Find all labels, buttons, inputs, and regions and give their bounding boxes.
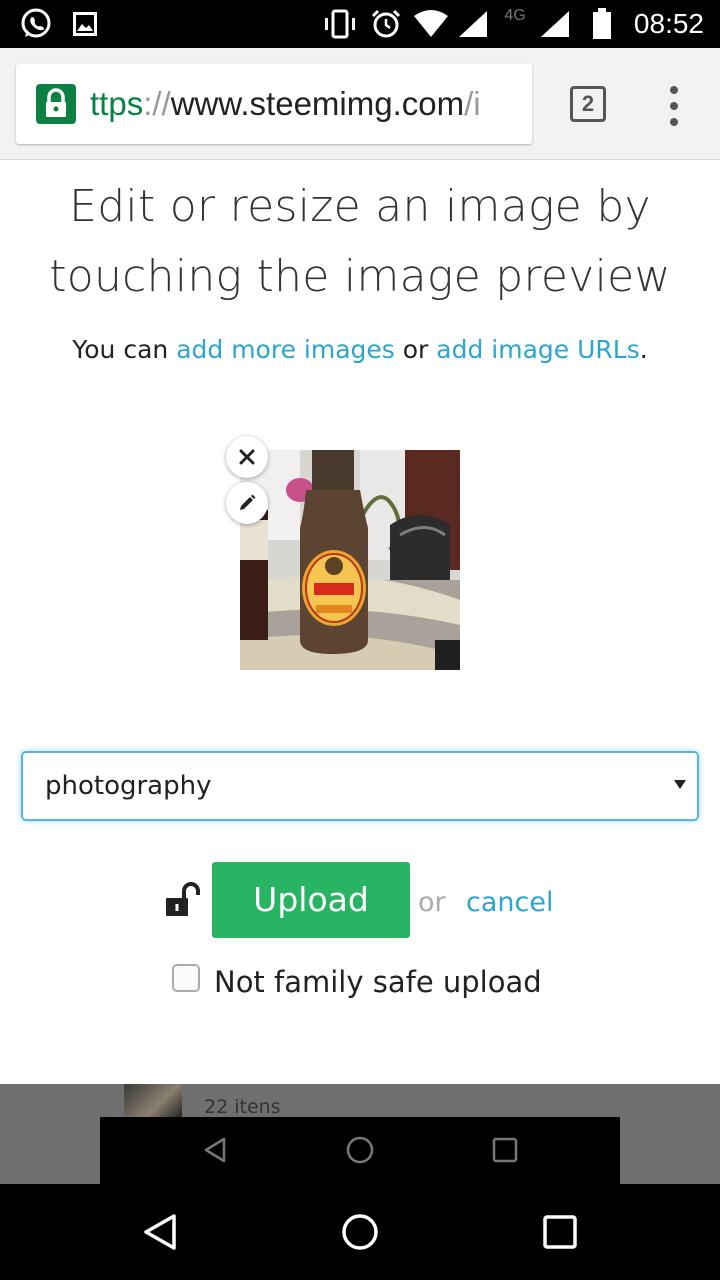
- secure-lock-icon[interactable]: [36, 84, 76, 124]
- edit-image-button[interactable]: [226, 482, 268, 524]
- close-icon: [239, 449, 255, 465]
- back-icon[interactable]: [200, 1135, 230, 1165]
- instruction-text: You can add more images or add image URL…: [0, 330, 720, 370]
- overflow-menu-icon[interactable]: [658, 84, 690, 128]
- or-separator: or: [418, 887, 446, 918]
- category-select-value: photography: [45, 771, 212, 801]
- secondary-nav-bar: [100, 1117, 620, 1184]
- page-title-line: touching the image preview: [49, 251, 671, 302]
- signal-icon: [456, 0, 490, 48]
- nsfw-checkbox[interactable]: [172, 964, 200, 992]
- items-count: 22 itens: [204, 1096, 281, 1118]
- instruction-middle: or: [394, 335, 437, 364]
- pencil-icon: [240, 494, 256, 510]
- page-title: Edit or resize an image by touching the …: [0, 172, 720, 312]
- back-icon[interactable]: [140, 1212, 180, 1252]
- navigation-bar: [0, 1184, 720, 1280]
- status-bar: 4G 08:52: [0, 0, 720, 48]
- address-bar[interactable]: ttps://www.steemimg.com/i: [16, 64, 532, 144]
- instruction-prefix: You can: [72, 335, 177, 364]
- url-path: /i: [464, 85, 481, 122]
- home-icon[interactable]: [345, 1135, 375, 1165]
- cancel-link[interactable]: cancel: [466, 880, 553, 926]
- image-preview[interactable]: [240, 450, 460, 670]
- tab-switcher-button[interactable]: 2: [570, 86, 606, 122]
- add-image-urls-link[interactable]: add image URLs: [436, 335, 639, 364]
- clock: 08:52: [633, 8, 704, 39]
- category-select[interactable]: photography: [21, 751, 699, 821]
- url-host: www.steemimg.com: [170, 85, 465, 122]
- network-type: 4G: [504, 7, 526, 24]
- privacy-toggle[interactable]: [162, 880, 202, 920]
- gallery-thumbnail: [124, 1084, 182, 1118]
- recents-icon[interactable]: [490, 1135, 520, 1165]
- url-separator: ://: [143, 85, 171, 122]
- url-scheme: ttps: [90, 85, 144, 122]
- image-icon: [72, 0, 98, 48]
- screen: 4G 08:52 ttps://www.steemimg.com/i 2 Edi…: [0, 0, 720, 1280]
- browser-toolbar: ttps://www.steemimg.com/i 2: [0, 48, 720, 160]
- page-title-line: Edit or resize an image by: [69, 181, 651, 232]
- wifi-icon: [412, 0, 450, 48]
- upload-button[interactable]: Upload: [212, 862, 410, 938]
- whatsapp-icon: [18, 0, 54, 48]
- alarm-icon: [370, 0, 402, 48]
- nsfw-label[interactable]: Not family safe upload: [214, 962, 542, 1002]
- recents-icon[interactable]: [540, 1212, 580, 1252]
- vibrate-icon: [322, 0, 358, 48]
- home-icon[interactable]: [340, 1212, 380, 1252]
- battery-icon: [590, 0, 614, 48]
- add-more-images-link[interactable]: add more images: [176, 335, 395, 364]
- remove-image-button[interactable]: [226, 436, 268, 478]
- url-fade: [492, 64, 532, 144]
- unlock-icon: [166, 882, 200, 916]
- signal-icon: [538, 0, 572, 48]
- chevron-down-icon: [674, 780, 686, 789]
- url-text[interactable]: ttps://www.steemimg.com/i: [90, 64, 481, 144]
- instruction-suffix: .: [639, 335, 648, 364]
